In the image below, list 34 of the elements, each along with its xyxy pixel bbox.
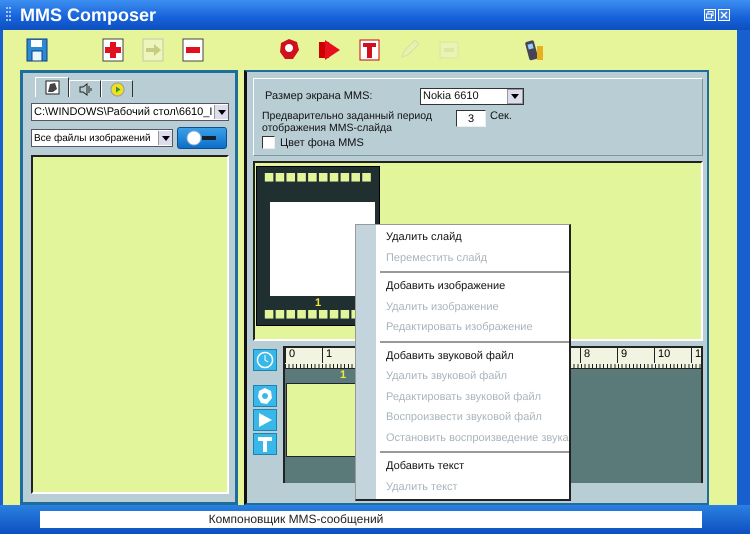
tab[interactable] xyxy=(101,80,133,97)
status-bar: Компоновщик MMS-сообщений xyxy=(40,511,702,528)
caret-icon xyxy=(216,107,226,117)
checkbox[interactable] xyxy=(262,136,275,149)
text-button[interactable] xyxy=(253,433,277,455)
play-button[interactable] xyxy=(253,409,277,431)
slide-number: 1 xyxy=(314,296,322,310)
restore-icon[interactable] xyxy=(704,9,716,21)
clock-icon xyxy=(256,351,274,369)
play-icon xyxy=(256,411,274,429)
window-title: MMS Composer xyxy=(20,4,158,26)
caret-icon xyxy=(160,133,170,143)
track-slide-number: 1 xyxy=(340,369,346,383)
screen-size-dropdown[interactable]: Nokia 6610 xyxy=(420,88,524,104)
text-icon xyxy=(256,435,274,453)
filter-dropdown[interactable]: Все файлы изображений xyxy=(31,129,173,147)
close-icon[interactable] xyxy=(718,9,730,21)
timer-button[interactable] xyxy=(253,349,277,371)
background-color-label: Цвет фона MMS xyxy=(280,136,364,148)
speaker-icon xyxy=(78,82,92,96)
period-field[interactable]: 3 xyxy=(456,110,486,127)
tab[interactable] xyxy=(35,77,69,97)
period-label: Предварительно заданный период отображения MMS-слайда xyxy=(262,110,433,134)
tab[interactable] xyxy=(69,80,101,97)
preview-button[interactable] xyxy=(177,127,227,149)
menu-item[interactable]: Добавить текст xyxy=(356,456,569,476)
menu-item[interactable]: Добавить звуковой файл xyxy=(356,346,569,366)
caret-icon xyxy=(510,91,520,101)
screen-size-label: Размер экрана MMS: xyxy=(264,90,374,102)
grip-icon xyxy=(6,7,12,23)
path-dropdown[interactable]: C:\WINDOWS\Рабочий стол\6610_I xyxy=(31,103,229,121)
seconds-label: Сек. xyxy=(490,110,512,122)
play-icon xyxy=(110,82,124,96)
ruler-label: 1 xyxy=(691,348,701,363)
